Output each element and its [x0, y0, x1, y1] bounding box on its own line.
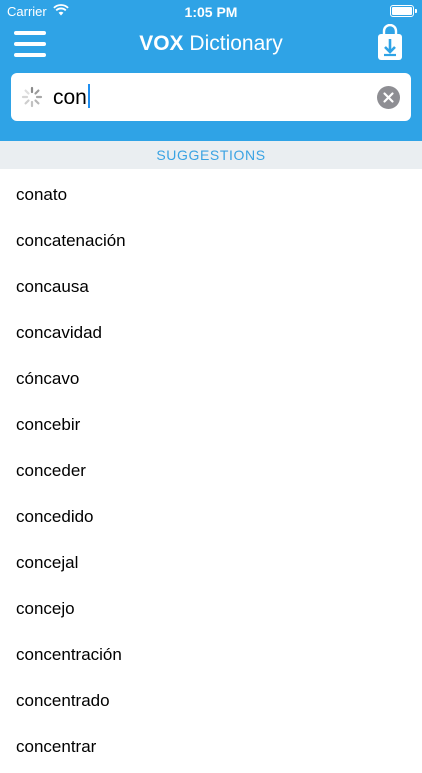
- suggestion-item[interactable]: concatenación: [0, 215, 422, 261]
- clear-icon[interactable]: [377, 86, 400, 109]
- suggestion-item[interactable]: cóncavo: [0, 353, 422, 399]
- suggestion-item[interactable]: concausa: [0, 261, 422, 307]
- top-bar: Carrier 1:05 PM VOX Dictionary con: [0, 0, 422, 141]
- suggestion-item[interactable]: concejo: [0, 583, 422, 629]
- app-title: VOX Dictionary: [0, 32, 422, 56]
- battery-icon: [390, 5, 417, 17]
- text-caret: [87, 84, 90, 108]
- search-box[interactable]: con: [11, 73, 411, 121]
- suggestion-item[interactable]: concejal: [0, 537, 422, 583]
- app-title-brand: VOX: [139, 32, 184, 55]
- clock: 1:05 PM: [184, 4, 238, 20]
- suggestion-item[interactable]: concentrar: [0, 721, 422, 767]
- suggestion-item[interactable]: concentrado: [0, 675, 422, 721]
- suggestion-item[interactable]: conato: [0, 169, 422, 215]
- suggestion-item[interactable]: concedido: [0, 491, 422, 537]
- suggestions-list: conato concatenación concausa concavidad…: [0, 169, 422, 767]
- suggestion-item[interactable]: concavidad: [0, 307, 422, 353]
- download-bag-icon[interactable]: [372, 24, 408, 64]
- search-input[interactable]: con: [53, 84, 90, 110]
- spinner-icon: [21, 86, 43, 108]
- status-bar: Carrier 1:05 PM: [0, 0, 422, 24]
- app-title-rest: Dictionary: [189, 32, 283, 55]
- search-input-value: con: [53, 86, 87, 109]
- suggestion-item[interactable]: concebir: [0, 399, 422, 445]
- nav-bar: VOX Dictionary: [0, 24, 422, 68]
- suggestion-item[interactable]: conceder: [0, 445, 422, 491]
- suggestion-item[interactable]: concentración: [0, 629, 422, 675]
- suggestions-header: SUGGESTIONS: [0, 141, 422, 169]
